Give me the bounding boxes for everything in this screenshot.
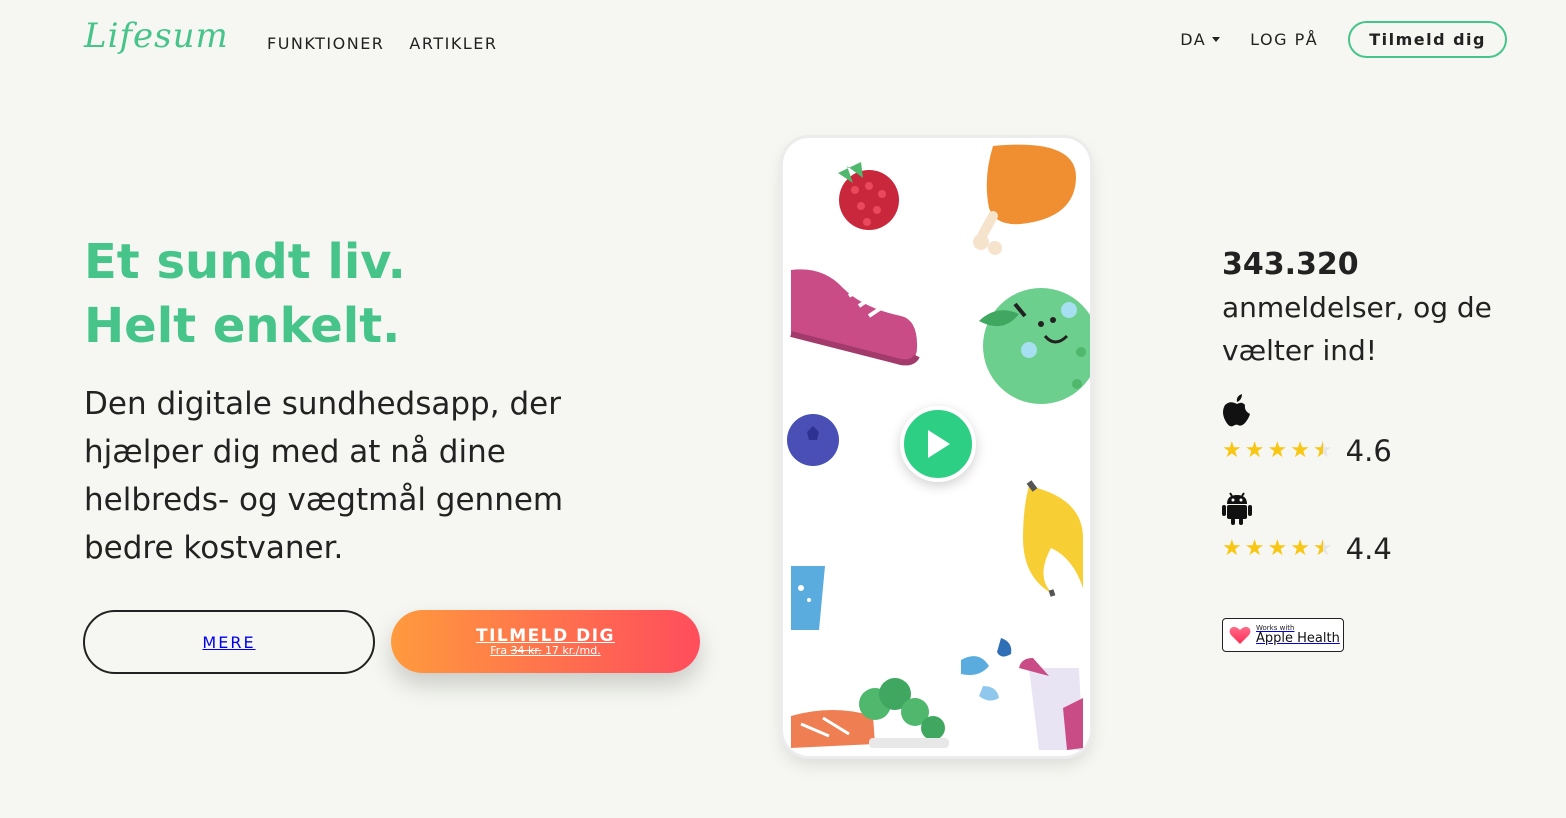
play-video-button[interactable] xyxy=(900,406,976,482)
salmon-broccoli-illustration xyxy=(791,678,949,748)
main-nav: FUNKTIONER ARTIKLER xyxy=(267,34,497,53)
star-icon: ★ xyxy=(1222,438,1242,463)
half-star-icon: ★ xyxy=(1313,538,1333,561)
water-drops-illustration xyxy=(961,638,1012,701)
sneaker-illustration xyxy=(790,269,920,366)
review-count: 343.320 xyxy=(1222,247,1359,282)
star-icon: ★ xyxy=(1267,438,1288,463)
cta-old-price: 34 kr. xyxy=(510,643,542,657)
android-rating[interactable]: ★ ★ ★ ★ ★ 4.4 xyxy=(1222,492,1392,564)
star-icon: ★ xyxy=(1244,438,1265,463)
apple-character-illustration xyxy=(979,288,1090,404)
review-summary: 343.320 anmeldelser, og de vælter ind! xyxy=(1222,244,1522,372)
cta-price-prefix: Fra xyxy=(490,643,508,657)
signup-button[interactable]: Tilmeld dig xyxy=(1348,21,1507,58)
android-icon xyxy=(1222,492,1252,525)
caret-down-icon xyxy=(1212,37,1221,42)
play-icon xyxy=(928,430,950,458)
glass-illustration xyxy=(791,566,825,630)
raspberry-illustration xyxy=(838,162,899,230)
hero-description: Den digitale sundhedsapp, der hjælper di… xyxy=(84,386,564,566)
cta-new-price: 17 kr./md. xyxy=(544,643,601,657)
android-stars: ★ ★ ★ ★ ★ 4.4 xyxy=(1222,534,1392,564)
ios-rating[interactable]: ★ ★ ★ ★ ★ 4.6 xyxy=(1222,392,1392,466)
android-rating-value: 4.4 xyxy=(1345,532,1392,566)
cta-signup-button[interactable]: TILMELD DIG Fra 34 kr. 17 kr./md. xyxy=(391,610,700,673)
bottle-illustration xyxy=(1019,658,1083,750)
blueberry-illustration xyxy=(787,414,839,466)
more-button[interactable]: MERE xyxy=(83,610,375,674)
ios-rating-value: 4.6 xyxy=(1345,434,1392,468)
star-icon: ★ xyxy=(1267,536,1288,561)
apple-health-big: Apple Health xyxy=(1256,631,1340,646)
star-icon: ★ xyxy=(1222,536,1242,561)
header-right: DA LOG PÅ Tilmeld dig xyxy=(1180,21,1507,58)
hero-headline: Et sundt liv. Helt enkelt. xyxy=(84,230,406,358)
ios-stars: ★ ★ ★ ★ ★ 4.6 xyxy=(1222,436,1392,466)
headline-line-1: Et sundt liv. xyxy=(84,234,406,290)
heart-icon xyxy=(1229,626,1251,644)
star-icon: ★ xyxy=(1244,536,1265,561)
half-star-icon: ★ xyxy=(1313,440,1333,463)
headline-line-2: Helt enkelt. xyxy=(84,298,401,354)
nav-features[interactable]: FUNKTIONER xyxy=(267,34,384,53)
phone-video-preview[interactable] xyxy=(783,138,1090,756)
star-icon: ★ xyxy=(1290,536,1310,561)
language-label: DA xyxy=(1180,30,1207,49)
review-text: anmeldelser, og de vælter ind! xyxy=(1222,291,1492,367)
star-icon: ★ xyxy=(1290,438,1310,463)
apple-health-badge[interactable]: Works with Apple Health xyxy=(1222,618,1344,652)
cta-price: Fra 34 kr. 17 kr./md. xyxy=(490,643,601,657)
lifesum-logo[interactable]: Lifesum xyxy=(84,16,229,56)
login-link[interactable]: LOG PÅ xyxy=(1250,30,1318,49)
cta-title: TILMELD DIG xyxy=(475,625,616,646)
nav-articles[interactable]: ARTIKLER xyxy=(409,34,497,53)
apple-health-text: Works with Apple Health xyxy=(1256,624,1340,646)
language-selector[interactable]: DA xyxy=(1180,30,1221,49)
chicken-leg-illustration xyxy=(973,144,1077,255)
banana-illustration xyxy=(1023,480,1083,597)
apple-icon xyxy=(1223,394,1250,427)
